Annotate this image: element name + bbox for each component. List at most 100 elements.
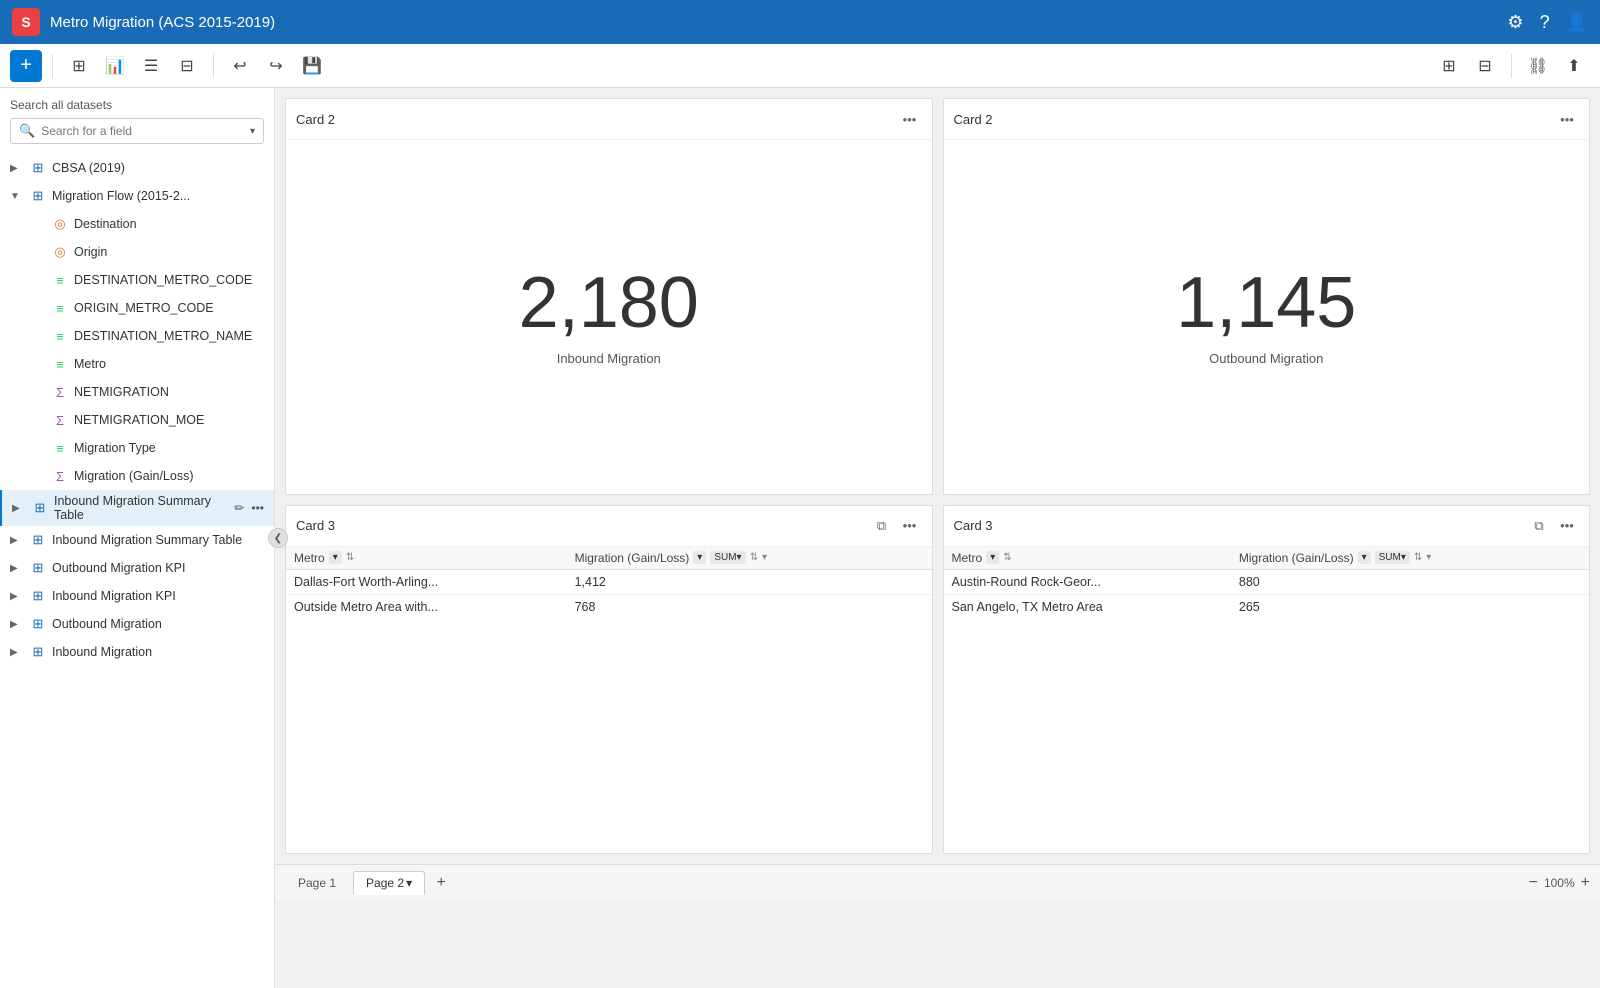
sidebar-item-origin[interactable]: ◎ Origin (0, 238, 274, 266)
metro-cell: San Angelo, TX Metro Area (944, 594, 1231, 619)
sidebar-item-destination[interactable]: ◎ Destination (0, 210, 274, 238)
sidebar-item-migflow[interactable]: ▼ ⊞ Migration Flow (2015-2... ✏ ••• (0, 182, 274, 210)
add-button[interactable]: + (10, 50, 42, 82)
sidebar-item-cbsa[interactable]: ▶ ⊞ CBSA (2019) (0, 154, 274, 182)
sidebar-item-inbound-kpi[interactable]: ▶ ⊞ Inbound Migration KPI (0, 582, 274, 610)
metro-filter-dropdown[interactable]: ▾ (329, 551, 342, 564)
sidebar-item-migration-gainloss[interactable]: Σ Migration (Gain/Loss) (0, 462, 274, 490)
card-view-button[interactable]: ⊞ (63, 50, 95, 82)
migration-expand-icon[interactable]: ▾ (762, 552, 767, 563)
value-cell: 880 (1231, 569, 1589, 594)
metro-icon: ≡ (52, 357, 68, 372)
metro-label: Metro (74, 357, 266, 371)
page-tab-1[interactable]: Page 1 (285, 871, 349, 895)
settings-icon[interactable]: ⚙ (1507, 12, 1523, 33)
migration-type-icon: ≡ (52, 441, 68, 456)
topbar-icons: ⚙ ? 👤 (1507, 12, 1588, 33)
sidebar-collapse-button[interactable]: ❮ (268, 528, 288, 548)
table-button[interactable]: ⊟ (171, 50, 203, 82)
dest-metro-code-icon: ≡ (52, 273, 68, 288)
migration-filter-dropdown[interactable]: ▾ (693, 551, 706, 564)
card-outbound-metric: Outbound Migration (1209, 351, 1323, 366)
migration-type-label: Migration Type (74, 441, 266, 455)
card-inbound-table-more-button[interactable]: ••• (898, 514, 922, 538)
page-tab-2-dropdown-icon[interactable]: ▾ (406, 876, 412, 890)
main-layout: Search all datasets 🔍 ▾ ▶ ⊞ CBSA (2019) … (0, 88, 1600, 988)
export-button[interactable]: ⬆ (1558, 50, 1590, 82)
sum-badge[interactable]: SUM▾ (710, 551, 745, 564)
inbound-summary-more-icon[interactable]: ••• (249, 499, 266, 517)
metro-filter-dropdown-2[interactable]: ▾ (986, 551, 999, 564)
app-logo: S (12, 8, 40, 36)
search-input-wrapper: 🔍 ▾ (10, 118, 264, 144)
cbsa-expander: ▶ (10, 163, 24, 174)
card-outbound-table-more-button[interactable]: ••• (1555, 514, 1579, 538)
sidebar-item-inbound-summary-table[interactable]: ▶ ⊞ Inbound Migration Summary Table (0, 526, 274, 554)
view-toggle-2[interactable]: ⊟ (1469, 50, 1501, 82)
origin-icon: ◎ (52, 244, 68, 260)
cbsa-icon: ⊞ (30, 160, 46, 176)
inbound-migration-label: Inbound Migration (52, 645, 266, 659)
inbound-summary-table-icon: ⊞ (30, 532, 46, 548)
card-inbound-more-button[interactable]: ••• (898, 107, 922, 131)
sidebar-item-netmigration[interactable]: Σ NETMIGRATION (0, 378, 274, 406)
inbound-summary-edit-icon[interactable]: ✏ (232, 499, 246, 517)
sidebar: Search all datasets 🔍 ▾ ▶ ⊞ CBSA (2019) … (0, 88, 275, 988)
inbound-kpi-label: Inbound Migration KPI (52, 589, 266, 603)
search-input[interactable] (41, 124, 244, 138)
view-toggle-1[interactable]: ⊞ (1433, 50, 1465, 82)
migflow-more-icon[interactable]: ••• (249, 187, 266, 205)
card-inbound-title: Card 2 (296, 112, 898, 127)
migration-expand-icon-2[interactable]: ▾ (1426, 552, 1431, 563)
card-outbound-migration: Card 2 ••• 1,145 Outbound Migration (943, 98, 1591, 495)
card-inbound-table: Card 3 ⧉ ••• Metro (285, 505, 933, 855)
outbound-kpi-label: Outbound Migration KPI (52, 561, 266, 575)
metro-sort-icon[interactable]: ⇅ (346, 552, 354, 563)
card-outbound-table-copy-button[interactable]: ⧉ (1527, 514, 1551, 538)
add-page-button[interactable]: + (429, 871, 453, 895)
cards-area: Card 2 ••• 2,180 Inbound Migration Card … (275, 88, 1600, 864)
col-migration-header-2: Migration (Gain/Loss) ▾ SUM▾ ⇅ ▾ (1231, 547, 1589, 570)
help-icon[interactable]: ? (1540, 12, 1550, 33)
outbound-migration-label: Outbound Migration (52, 617, 266, 631)
save-button[interactable]: 💾 (296, 50, 328, 82)
sidebar-item-outbound-migration[interactable]: ▶ ⊞ Outbound Migration (0, 610, 274, 638)
migration-gainloss-icon: Σ (52, 469, 68, 484)
redo-button[interactable]: ↪ (260, 50, 292, 82)
metro-sort-icon-2[interactable]: ⇅ (1003, 552, 1011, 563)
undo-button[interactable]: ↩ (224, 50, 256, 82)
sidebar-item-metro[interactable]: ≡ Metro (0, 350, 274, 378)
card-inbound-table-header: Card 3 ⧉ ••• (286, 506, 932, 547)
sum-badge-2[interactable]: SUM▾ (1375, 551, 1410, 564)
migration-filter-dropdown-2[interactable]: ▾ (1358, 551, 1371, 564)
sidebar-item-orig-metro-code[interactable]: ≡ ORIGIN_METRO_CODE (0, 294, 274, 322)
zoom-in-button[interactable]: + (1581, 874, 1590, 892)
zoom-out-button[interactable]: − (1529, 874, 1538, 892)
card-inbound-table-copy-button[interactable]: ⧉ (870, 514, 894, 538)
sidebar-item-migration-type[interactable]: ≡ Migration Type (0, 434, 274, 462)
sidebar-item-dest-metro-code[interactable]: ≡ DESTINATION_METRO_CODE (0, 266, 274, 294)
card-outbound-number: 1,145 (1176, 267, 1356, 339)
card-outbound-table: Card 3 ⧉ ••• Metro (943, 505, 1591, 855)
sidebar-item-netmigration-moe[interactable]: Σ NETMIGRATION_MOE (0, 406, 274, 434)
connect-button[interactable]: ⛓ (1522, 50, 1554, 82)
migration-sort-icon[interactable]: ⇅ (750, 552, 758, 563)
card-outbound-more-button[interactable]: ••• (1555, 107, 1579, 131)
migration-sort-icon-2[interactable]: ⇅ (1414, 552, 1422, 563)
card-inbound-table-title: Card 3 (296, 518, 870, 533)
sidebar-item-dest-metro-name[interactable]: ≡ DESTINATION_METRO_NAME (0, 322, 274, 350)
value-cell: 265 (1231, 594, 1589, 619)
card-inbound-table-body: Metro ▾ ⇅ Migration (G (286, 547, 932, 854)
search-dropdown-icon[interactable]: ▾ (250, 126, 255, 137)
table-row: Austin-Round Rock-Geor...880 (944, 569, 1590, 594)
chart-button[interactable]: 📊 (99, 50, 131, 82)
page-tab-2[interactable]: Page 2 ▾ (353, 871, 425, 895)
sidebar-item-inbound-migration[interactable]: ▶ ⊞ Inbound Migration (0, 638, 274, 666)
card-outbound-data-table: Metro ▾ ⇅ Migration (G (944, 547, 1590, 619)
migflow-edit-icon[interactable]: ✏ (232, 187, 246, 205)
user-icon[interactable]: 👤 (1566, 12, 1588, 33)
list-button[interactable]: ☰ (135, 50, 167, 82)
sidebar-item-outbound-kpi[interactable]: ▶ ⊞ Outbound Migration KPI (0, 554, 274, 582)
sidebar-item-inbound-summary[interactable]: ▶ ⊞ Inbound Migration Summary Table ✏ ••… (0, 490, 274, 526)
inbound-summary-actions: ✏ ••• (232, 499, 266, 517)
